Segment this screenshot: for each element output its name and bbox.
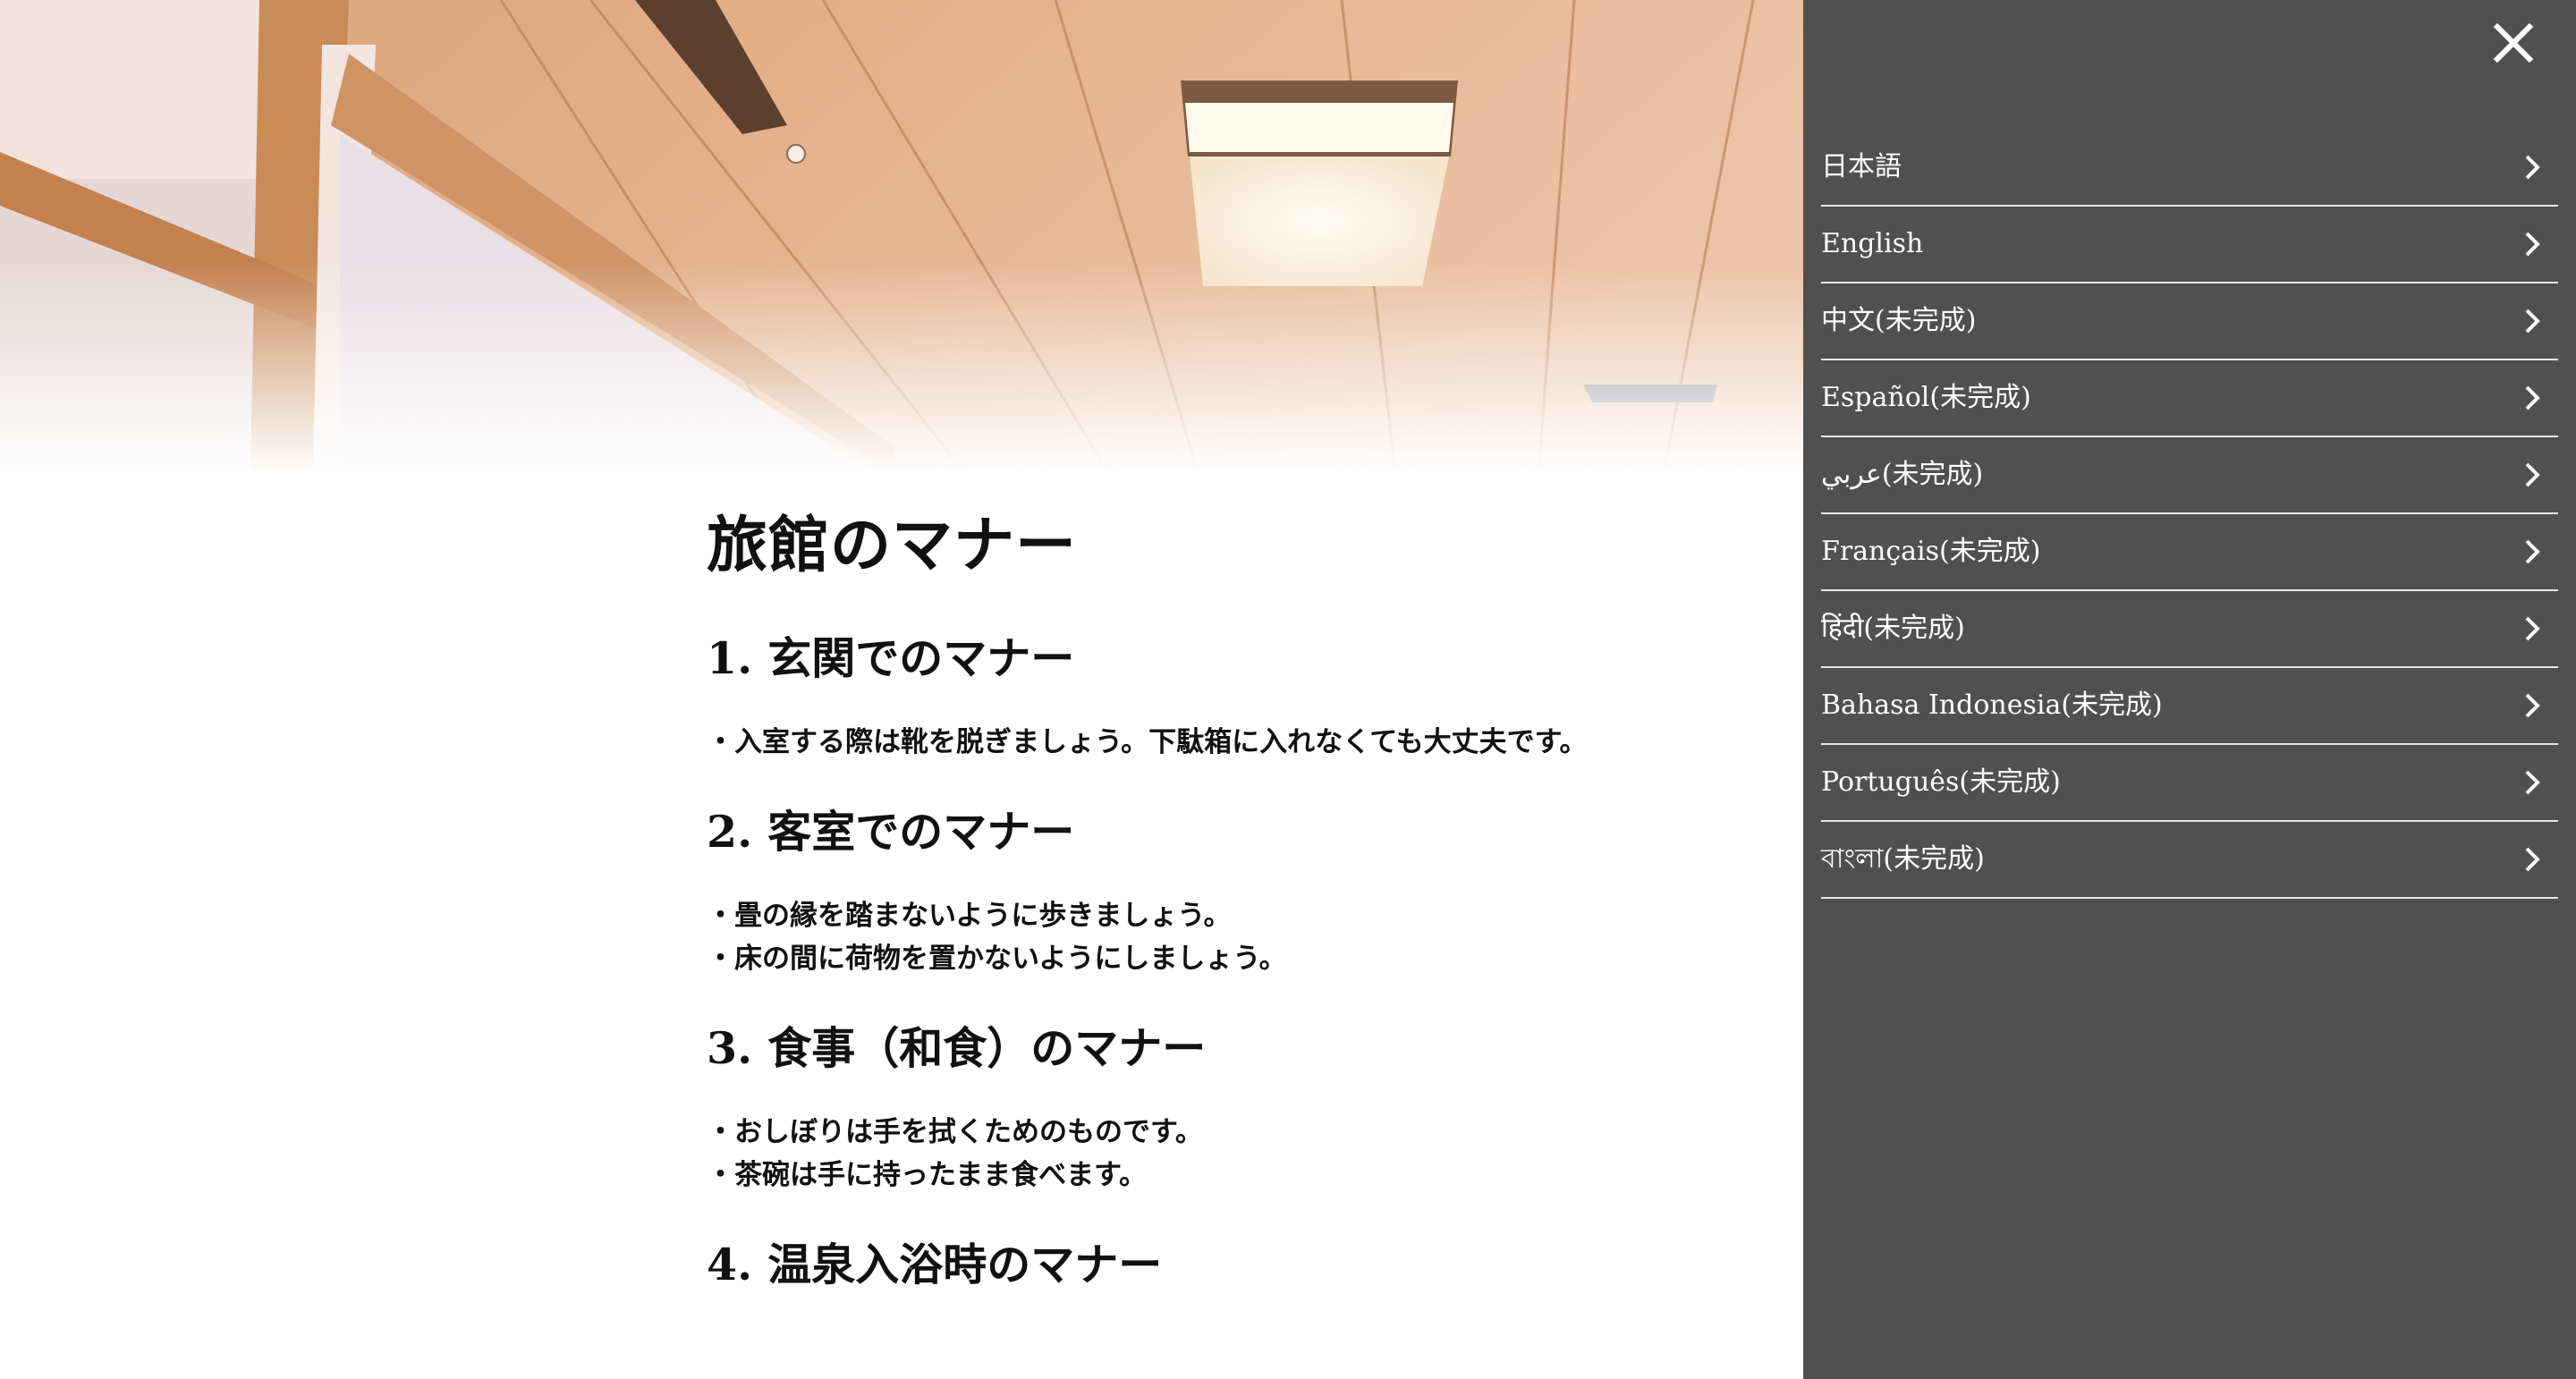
language-item-bengali[interactable]: বাংলা(未完成) [1821,822,2558,899]
language-label: 日本語 [1821,151,1902,182]
language-label: 中文(未完成) [1821,305,1977,336]
language-item-english[interactable]: English [1821,207,2558,283]
language-label: English [1821,228,1924,259]
chevron-right-icon [2525,462,2540,487]
chevron-right-icon [2525,309,2540,334]
chevron-right-icon [2525,385,2540,410]
language-label: Bahasa Indonesia(未完成) [1821,690,2163,721]
page-title: 旅館のマナー [707,510,1078,581]
language-label: हिंदी(未完成) [1821,613,1965,644]
language-label: عربي(未完成) [1821,459,1984,490]
chevron-right-icon [2525,847,2540,872]
language-label: Português(未完成) [1821,766,2061,798]
manner-item: ・畳の縁を踏まないように歩きましょう。 [707,900,1232,932]
language-label: Français(未完成) [1821,536,2041,567]
section-onsen: 4. 温泉入浴時のマナー [707,1229,1780,1300]
chevron-right-icon [2525,539,2540,564]
close-icon [2493,22,2534,63]
language-item-indonesian[interactable]: Bahasa Indonesia(未完成) [1821,668,2558,745]
language-item-japanese[interactable]: 日本語 [1821,130,2558,207]
manner-item: ・入室する際は靴を脱ぎましょう。下駄箱に入れなくても大丈夫です。 [707,726,1588,758]
close-button[interactable] [2490,20,2537,66]
language-item-portuguese[interactable]: Português(未完成) [1821,745,2558,822]
section-heading: 4. 温泉入浴時のマナー [707,1239,1163,1290]
section-entrance: 1. 玄関でのマナー ・入室する際は靴を脱ぎましょう。下駄箱に入れなくても大丈夫… [707,622,1780,764]
chevron-right-icon [2525,770,2540,795]
language-item-arabic[interactable]: عربي(未完成) [1821,437,2558,514]
language-item-spanish[interactable]: Español(未完成) [1821,360,2558,437]
section-meal: 3. 食事（和食）のマナー ・おしぼりは手を拭くためのものです。 ・茶碗は手に持… [707,1012,1780,1197]
section-guest-room: 2. 客室でのマナー ・畳の縁を踏まないように歩きましょう。 ・床の間に荷物を置… [707,796,1780,980]
page: 旅館のマナー 1. 玄関でのマナー ・入室する際は靴を脱ぎましょう。下駄箱に入れ… [0,0,2576,1379]
language-item-hindi[interactable]: हिंदी(未完成) [1821,591,2558,668]
article: 旅館のマナー 1. 玄関でのマナー ・入室する際は靴を脱ぎましょう。下駄箱に入れ… [707,501,1780,1300]
language-item-french[interactable]: Français(未完成) [1821,514,2558,591]
manner-item: ・茶碗は手に持ったまま食べます。 [707,1159,1147,1191]
manner-item: ・おしぼりは手を拭くためのものです。 [707,1116,1203,1148]
language-list: 日本語 English 中文(未完成) Español(未完成) عربي(未完… [1821,130,2558,899]
hero-image [0,0,1803,474]
language-item-chinese[interactable]: 中文(未完成) [1821,283,2558,360]
chevron-right-icon [2525,155,2540,180]
chevron-right-icon [2525,616,2540,641]
section-heading: 3. 食事（和食）のマナー [707,1022,1207,1074]
section-heading: 1. 玄関でのマナー [707,632,1075,684]
chevron-right-icon [2525,232,2540,257]
manner-item: ・床の間に荷物を置かないようにしましょう。 [707,943,1287,975]
language-label: Español(未完成) [1821,382,2031,413]
language-label: বাংলা(未完成) [1821,843,1985,875]
chevron-right-icon [2525,693,2540,718]
section-heading: 2. 客室でのマナー [707,806,1075,858]
